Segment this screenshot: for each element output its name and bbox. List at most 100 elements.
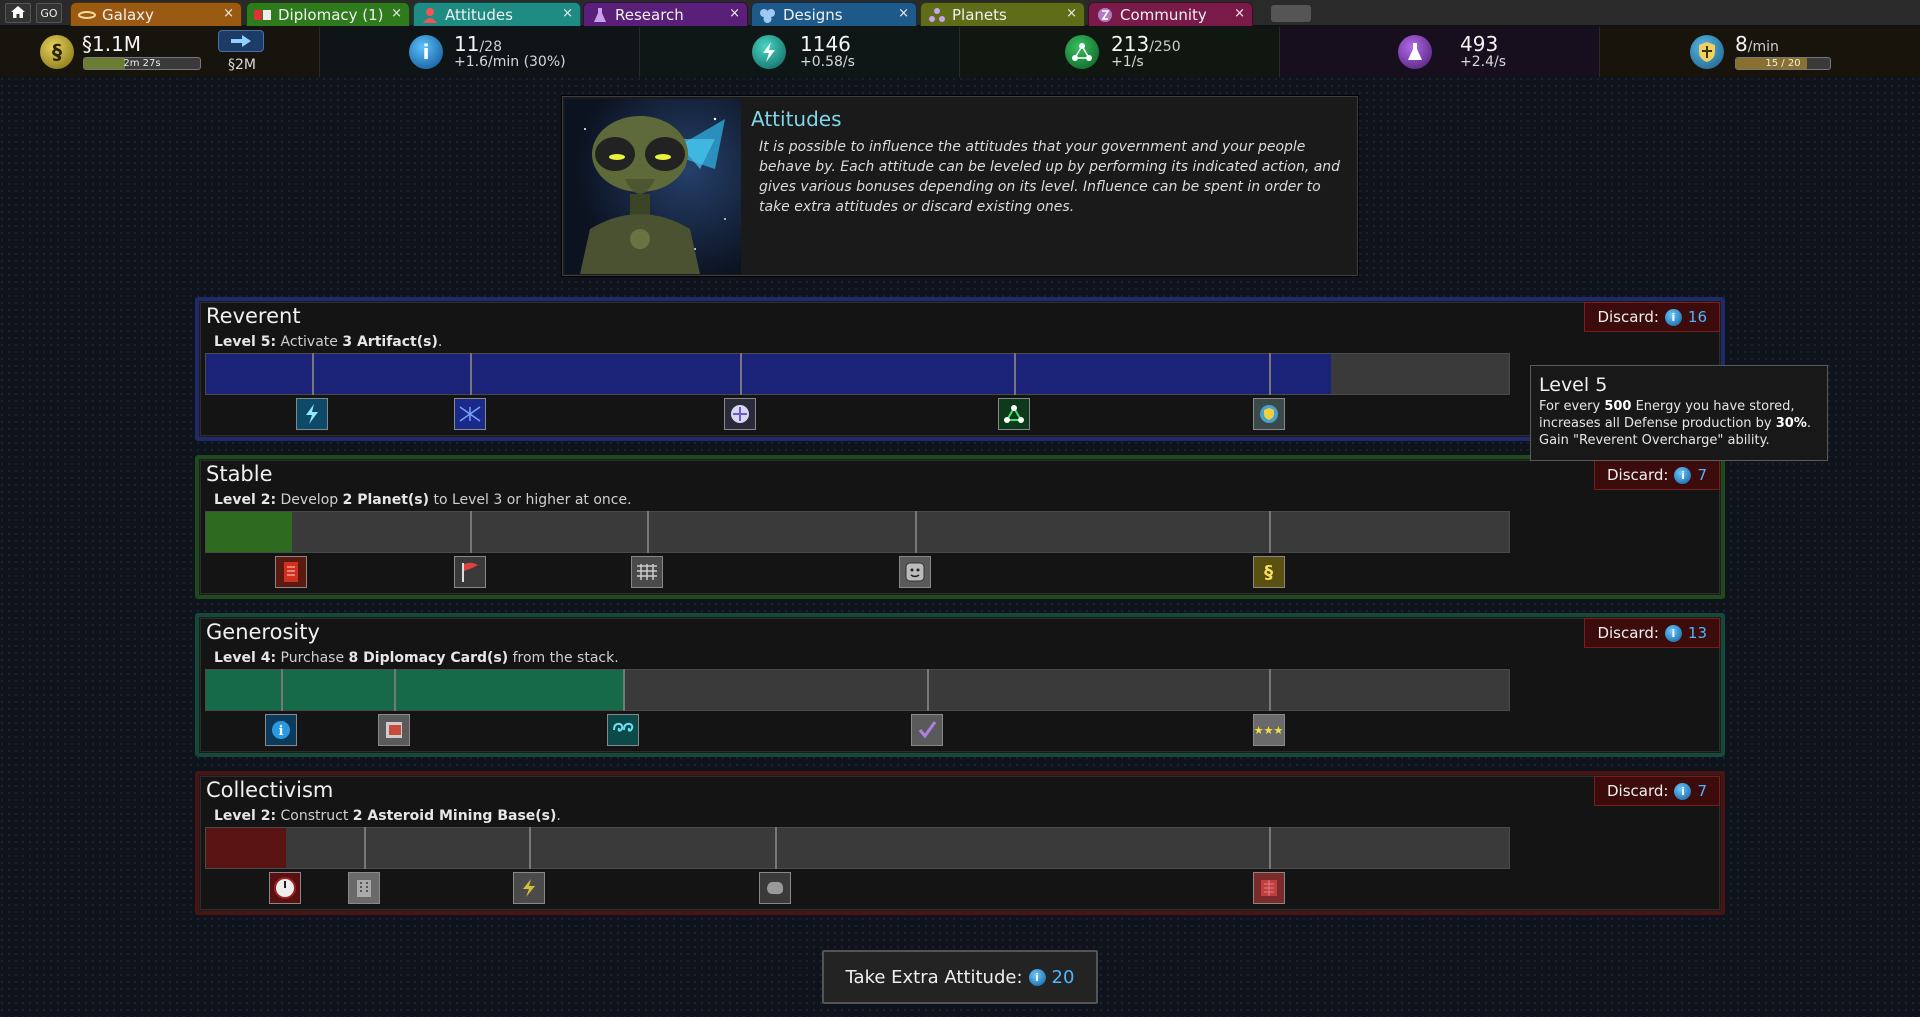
research-rate: +2.4/s: [1460, 54, 1507, 70]
discard-button[interactable]: Discard: i 13: [1584, 618, 1720, 648]
red-document-icon[interactable]: [275, 556, 308, 588]
building-icon[interactable]: [348, 872, 381, 904]
attitude-name: Generosity: [206, 620, 320, 644]
discard-button[interactable]: Discard: i 7: [1594, 776, 1720, 806]
checkmark-icon[interactable]: [910, 714, 943, 746]
intro-description: It is possible to influence the attitude…: [759, 139, 1341, 215]
asteroid-icon[interactable]: [759, 872, 792, 904]
artifact-orb-icon[interactable]: [724, 398, 757, 430]
attitude-progress-fill: [206, 828, 286, 868]
attitude-level-text: Level 2: Construct 2 Asteroid Mining Bas…: [214, 808, 561, 824]
close-icon[interactable]: ×: [562, 6, 573, 21]
tab-community[interactable]: Community ×: [1088, 2, 1253, 26]
crossed-blue-icon[interactable]: [453, 398, 486, 430]
attitude-progress-fill: [206, 354, 1331, 394]
industry-icon[interactable]: [998, 398, 1031, 430]
attitude-level-text: Level 4: Purchase 8 Diplomacy Card(s) fr…: [214, 650, 619, 666]
research-value: 493: [1460, 32, 1499, 56]
red-circuit-icon[interactable]: [1252, 872, 1285, 904]
close-icon[interactable]: ×: [729, 6, 740, 21]
attitude-progress-track: [205, 827, 1510, 869]
attitude-row-reverent: Reverent Level 5: Activate 3 Artifact(s)…: [195, 297, 1725, 441]
close-icon[interactable]: ×: [1066, 6, 1077, 21]
industry-icon: [1065, 35, 1099, 69]
level-tick: [926, 669, 929, 711]
money-icon[interactable]: §: [1252, 556, 1285, 588]
defense-resource[interactable]: 8/min 15 / 20: [1600, 27, 1920, 77]
lightning-crate-icon[interactable]: [512, 872, 545, 904]
influence-value: 11: [454, 32, 480, 56]
influence-icon: i: [1028, 968, 1046, 986]
close-icon[interactable]: ×: [1234, 6, 1245, 21]
tooltip-body: For every 500 Energy you have stored, in…: [1539, 399, 1812, 448]
energy-rate: +0.58/s: [800, 54, 855, 70]
attitude-row-stable: Stable Level 2: Develop 2 Planet(s) to L…: [195, 455, 1725, 599]
three-stars-icon[interactable]: ★★★: [1252, 714, 1285, 746]
level-tick: [914, 511, 917, 553]
tooltip-title: Level 5: [1539, 374, 1608, 396]
money-resource[interactable]: § §1.1M 2m 27s §2M: [0, 27, 320, 77]
transfer-button[interactable]: [218, 30, 264, 52]
attitude-name: Reverent: [206, 304, 301, 328]
influence-icon: i: [1664, 624, 1682, 642]
level-tick: [469, 353, 472, 395]
money-icon: §: [40, 35, 74, 69]
close-icon[interactable]: ×: [223, 6, 234, 21]
level-tick: [1268, 511, 1271, 553]
level-tick: [1014, 353, 1017, 395]
defense-icon: [1690, 35, 1724, 69]
tab-galaxy[interactable]: Galaxy ×: [70, 2, 242, 26]
level-tick: [528, 827, 531, 869]
money-value: §1.1M: [82, 32, 142, 56]
metal-grid-icon[interactable]: [631, 556, 664, 588]
gauge-icon[interactable]: [268, 872, 301, 904]
research-resource[interactable]: 493 +2.4/s: [1280, 27, 1600, 77]
diplomacy-cards-icon: [253, 6, 273, 24]
attitude-name: Stable: [206, 462, 273, 486]
swirl-icon[interactable]: [606, 714, 639, 746]
take-extra-attitude-button[interactable]: Take Extra Attitude: i 20: [822, 950, 1098, 1004]
close-icon[interactable]: ×: [391, 6, 402, 21]
home-button[interactable]: [5, 3, 31, 23]
attitude-progress-track: [205, 669, 1510, 711]
tab-planets[interactable]: Planets ×: [920, 2, 1085, 26]
transfer-arrow-icon: [231, 35, 251, 47]
defense-shield-icon[interactable]: [1252, 398, 1285, 430]
level-tick: [1268, 353, 1271, 395]
energy-resource[interactable]: 1146 +0.58/s: [640, 27, 960, 77]
red-flag-icon[interactable]: [453, 556, 486, 588]
attitude-progress-fill: [206, 512, 293, 552]
tab-research[interactable]: Research ×: [583, 2, 748, 26]
go-button[interactable]: GO: [36, 3, 62, 23]
alien-portrait: [565, 99, 741, 274]
tab-attitudes[interactable]: Attitudes ×: [413, 2, 581, 26]
influence-icon[interactable]: i: [264, 714, 297, 746]
defense-progress-bar: 15 / 20: [1735, 57, 1831, 70]
tab-designs[interactable]: Designs ×: [751, 2, 917, 26]
attitudes-intro-panel: Attitudes It is possible to influence th…: [562, 96, 1358, 276]
level-tick: [775, 827, 778, 869]
level-tick: [280, 669, 283, 711]
new-tab-button[interactable]: [1271, 5, 1311, 22]
level-tick: [622, 669, 625, 711]
card-stack-icon[interactable]: [378, 714, 411, 746]
community-icon: [1095, 6, 1115, 24]
influence-resource[interactable]: i 11/28 +1.6/min (30%): [320, 27, 640, 77]
smiley-face-icon[interactable]: [898, 556, 931, 588]
level-tick: [394, 669, 397, 711]
svg-text:i: i: [278, 724, 283, 739]
planets-icon: [927, 6, 947, 24]
energy-bolt-icon[interactable]: [296, 398, 328, 430]
close-icon[interactable]: ×: [898, 6, 909, 21]
tab-diplomacy[interactable]: Diplomacy (1) ×: [246, 2, 410, 26]
discard-button[interactable]: Discard: i 7: [1594, 460, 1720, 490]
research-icon: [1398, 35, 1432, 69]
level-tooltip: Level 5 For every 500 Energy you have st…: [1530, 365, 1828, 461]
influence-icon: i: [1674, 782, 1692, 800]
discard-button[interactable]: Discard: i 16: [1584, 302, 1720, 332]
attitude-progress-track: [205, 511, 1510, 553]
attitudes-icon: [420, 6, 440, 24]
level-tick: [1268, 827, 1271, 869]
industry-resource[interactable]: 213/250 +1/s: [960, 27, 1280, 77]
money-timer-bar: 2m 27s: [83, 57, 201, 70]
